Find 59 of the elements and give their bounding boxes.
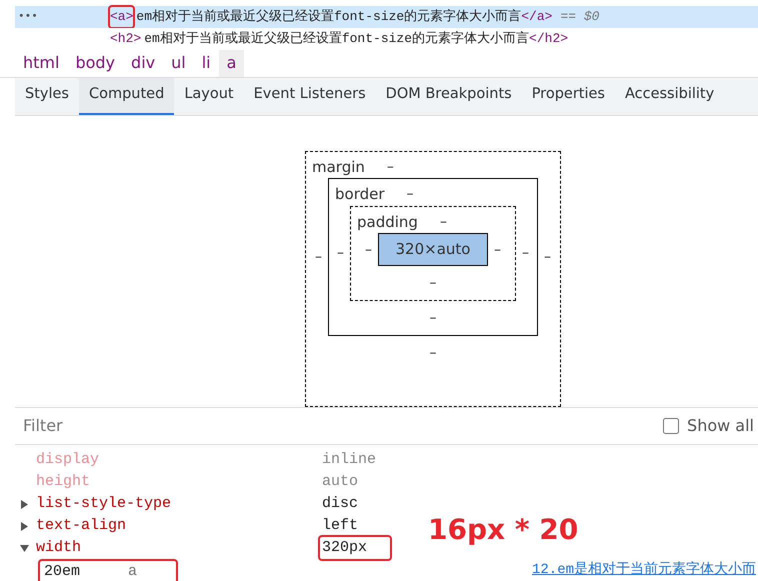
show-all-checkbox[interactable]: Show all	[663, 414, 754, 438]
box-value: –	[428, 275, 438, 292]
breadcrumb-item[interactable]: a	[218, 50, 244, 77]
dom-node-row[interactable]: ••• <a> em相对于当前或最近父级已经设置font-size的元素字体大小而言</a> == $0	[15, 6, 758, 28]
filter-field[interactable]: Filter	[23, 414, 323, 438]
caret-right-icon[interactable]	[20, 500, 29, 508]
page-link[interactable]: 12.em是相对于当前元素字体大小而	[532, 560, 756, 580]
breadcrumb-item[interactable]: ul	[163, 50, 194, 77]
open-tag: <h2>	[110, 29, 142, 49]
close-tag: </h2>	[529, 29, 568, 49]
node-text: em相对于当前或最近父级已经设置font-size的元素字体大小而言	[144, 30, 530, 48]
property-name: height	[36, 472, 92, 492]
content-box: 320×auto	[378, 233, 488, 266]
property-value: left	[321, 516, 360, 536]
layer-label: border	[335, 184, 385, 206]
tab[interactable]: Accessibility	[614, 78, 724, 115]
property-name: width	[36, 538, 82, 558]
property-name: display	[36, 450, 100, 470]
tab[interactable]: Event Listeners	[244, 78, 376, 115]
tab[interactable]: Layout	[174, 78, 244, 115]
node-reference: == $0	[560, 8, 600, 26]
ellipsis-icon[interactable]: •••	[15, 8, 110, 26]
property-name: list-style-type	[36, 494, 172, 514]
open-tag: <a>	[110, 7, 134, 27]
box-value: –	[386, 160, 395, 174]
property-value: disc	[321, 494, 360, 514]
checkbox[interactable]	[663, 418, 680, 434]
property-value: inline	[321, 450, 378, 470]
caret-right-icon[interactable]	[20, 522, 29, 530]
tab[interactable]: Properties	[522, 78, 615, 115]
trace-selector: a	[128, 562, 138, 581]
box-value: –	[428, 310, 438, 326]
layer-label: margin	[312, 156, 365, 178]
trace-value: 20em	[44, 562, 82, 581]
box-value: –	[438, 214, 448, 229]
breadcrumb-item[interactable]: body	[67, 50, 124, 77]
box-value: –	[521, 246, 530, 260]
box-value: –	[314, 250, 323, 264]
breadcrumb-item[interactable]: li	[194, 50, 219, 77]
box-value: –	[406, 187, 415, 202]
tab[interactable]: Computed	[78, 78, 174, 115]
breadcrumb-item[interactable]: div	[123, 50, 164, 77]
box-value: –	[493, 242, 502, 257]
node-text: em相对于当前或最近父级已经设置font-size的元素字体大小而言	[136, 8, 522, 26]
box-value: –	[428, 345, 438, 362]
caret-down-icon[interactable]	[20, 544, 29, 552]
style-trace[interactable]: 20em a	[40, 560, 176, 581]
property-name: text-align	[36, 516, 128, 536]
box-value: –	[364, 242, 373, 257]
box-value: –	[543, 250, 552, 264]
breadcrumb-item[interactable]: html	[15, 50, 68, 77]
property-value: 320px	[320, 536, 390, 560]
property-value: auto	[321, 472, 360, 492]
tab[interactable]: Styles	[15, 78, 79, 115]
close-tag: </a>	[521, 7, 552, 27]
tab[interactable]: DOM Breakpoints	[376, 78, 522, 115]
annotation-text: 16px * 20	[428, 512, 578, 548]
layer-label: padding	[357, 212, 418, 233]
box-value: –	[336, 246, 345, 260]
